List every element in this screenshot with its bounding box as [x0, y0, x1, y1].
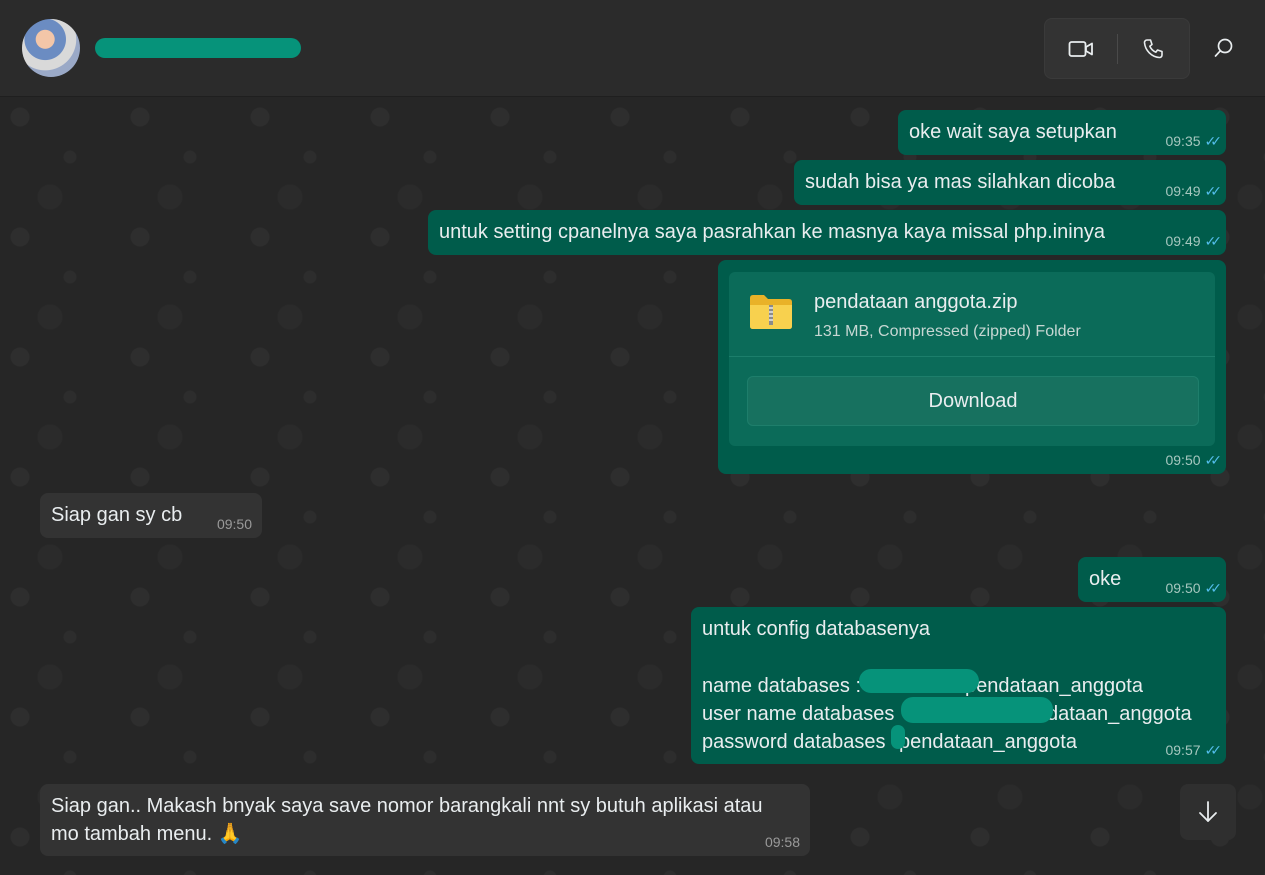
video-call-icon [1068, 40, 1093, 57]
message-meta: 09:50 ✓✓ [1165, 452, 1223, 468]
message-line: Siap gan.. Makash bnyak saya save nomor … [51, 795, 763, 817]
chat-header [0, 0, 1265, 97]
message-time: 09:50 [216, 516, 252, 532]
zip-folder-icon [750, 295, 792, 329]
scroll-to-bottom-button[interactable] [1180, 784, 1236, 840]
redaction-mark [891, 725, 905, 749]
message-bubble[interactable]: oke wait saya setupkan 09:35 ✓✓ [898, 110, 1226, 155]
message-time: 09:49 [1165, 233, 1201, 249]
contact-avatar[interactable] [22, 19, 80, 77]
message-time: 09:58 [764, 834, 800, 850]
message-meta: 09:50 ✓✓ [1165, 580, 1223, 596]
message-time: 09:35 [1165, 133, 1201, 149]
read-receipt-icon: ✓✓ [1204, 742, 1223, 758]
file-details: pendataan anggota.zip 131 MB, Compressed… [729, 272, 1215, 357]
redaction-mark [859, 669, 979, 693]
read-receipt-icon: ✓✓ [1204, 133, 1223, 149]
video-call-button[interactable] [1045, 19, 1117, 78]
voice-call-icon [1143, 38, 1163, 58]
search-icon [1214, 38, 1233, 57]
message-bubble[interactable]: Siap gan.. Makash bnyak saya save nomor … [40, 784, 810, 856]
message-bubble[interactable]: oke 09:50 ✓✓ [1078, 557, 1226, 602]
message-meta: 09:57 ✓✓ [1165, 742, 1223, 758]
message-text: oke wait saya setupkan [909, 121, 1117, 143]
message-meta: 09:58 [765, 834, 800, 850]
file-message-bubble[interactable]: pendataan anggota.zip 131 MB, Compressed… [718, 260, 1226, 474]
message-line: user name databases [702, 703, 895, 725]
message-text: sudah bisa ya mas silahkan dicoba [805, 171, 1116, 193]
message-line: dataan_anggota [1047, 703, 1192, 725]
message-line: password databases [702, 731, 886, 753]
message-meta: 09:49 ✓✓ [1165, 183, 1223, 199]
download-button[interactable]: Download [747, 376, 1199, 426]
arrow-down-icon [1199, 801, 1217, 822]
file-name: pendataan anggota.zip [814, 291, 1018, 313]
contact-name-redacted[interactable] [95, 38, 301, 58]
read-receipt-icon: ✓✓ [1204, 183, 1223, 199]
message-line: pendataan_anggota [899, 731, 1077, 753]
file-attachment-card[interactable]: pendataan anggota.zip 131 MB, Compressed… [729, 272, 1215, 446]
message-line: untuk config databasenya [702, 618, 930, 640]
message-time: 09:49 [1165, 183, 1201, 199]
call-button-group [1044, 18, 1190, 79]
message-time: 09:50 [1165, 452, 1201, 468]
message-meta: 09:50 [217, 516, 252, 532]
message-text: Siap gan sy cb [51, 504, 183, 526]
message-line: name databases : [702, 675, 861, 697]
message-meta: 09:49 ✓✓ [1165, 233, 1223, 249]
search-button[interactable] [1206, 30, 1242, 66]
read-receipt-icon: ✓✓ [1204, 233, 1223, 249]
message-bubble[interactable]: Siap gan sy cb 09:50 [40, 493, 262, 538]
file-info: 131 MB, Compressed (zipped) Folder [814, 323, 1081, 340]
message-bubble[interactable]: untuk config databasenya name databases … [691, 607, 1226, 764]
read-receipt-icon: ✓✓ [1204, 452, 1223, 468]
message-line: mo tambah menu. 🙏 [51, 823, 243, 845]
voice-call-button[interactable] [1117, 19, 1189, 78]
message-text: oke [1089, 568, 1122, 590]
message-bubble[interactable]: untuk setting cpanelnya saya pasrahkan k… [428, 210, 1226, 255]
message-line: pendataan_anggota [965, 675, 1143, 697]
redaction-mark [901, 697, 1053, 723]
read-receipt-icon: ✓✓ [1204, 580, 1223, 596]
message-time: 09:50 [1165, 580, 1201, 596]
message-time: 09:57 [1165, 742, 1201, 758]
message-text: untuk setting cpanelnya saya pasrahkan k… [439, 221, 1105, 243]
message-meta: 09:35 ✓✓ [1165, 133, 1223, 149]
message-bubble[interactable]: sudah bisa ya mas silahkan dicoba 09:49 ✓… [794, 160, 1226, 205]
chat-area[interactable]: oke wait saya setupkan 09:35 ✓✓ sudah bis… [0, 97, 1265, 875]
